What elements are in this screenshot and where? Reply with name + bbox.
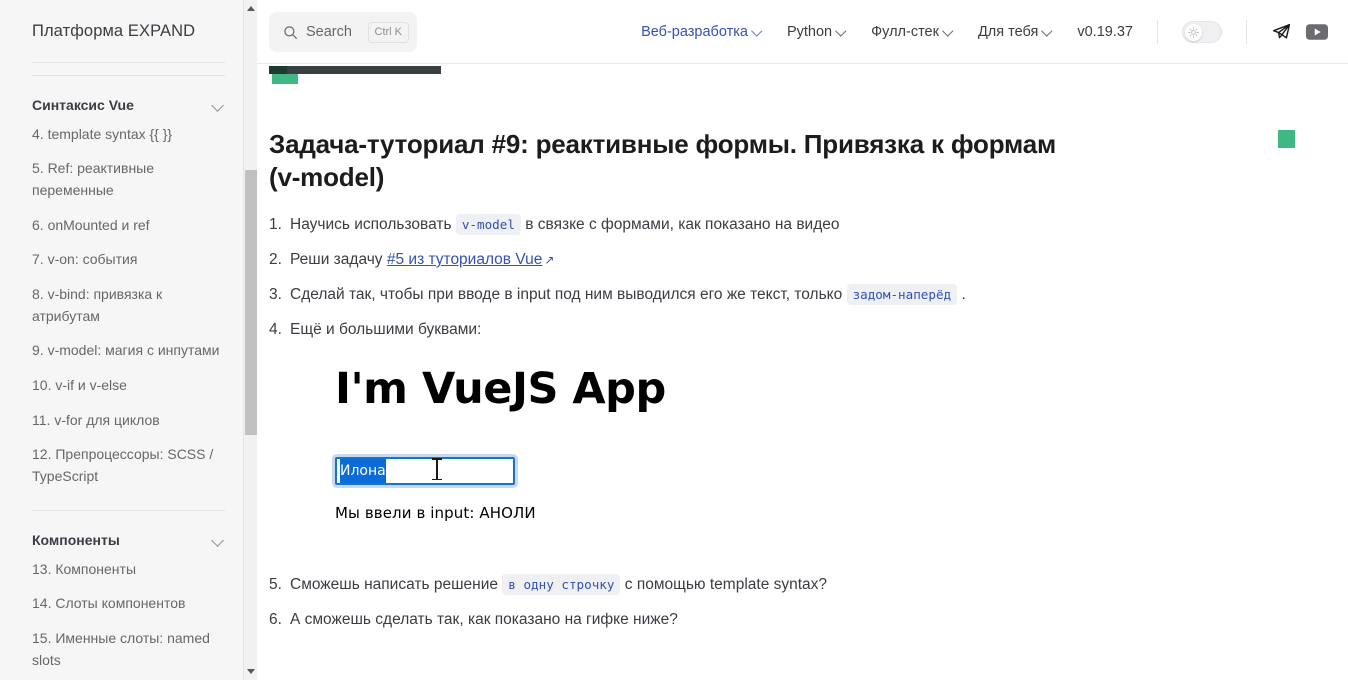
task-item-4: Ещё и большими буквами: I'm VueJS App Ил… — [269, 318, 1079, 525]
demo-heading: I'm VueJS App — [335, 364, 666, 415]
task-text: Ещё и большими буквами: — [290, 321, 482, 339]
nav-separator-2 — [1246, 20, 1247, 44]
telegram-icon[interactable] — [1271, 22, 1292, 42]
menu-item-label: Python — [786, 24, 833, 40]
sidebar-item-15[interactable]: 15. Именные слоты: named slots — [32, 622, 225, 678]
youtube-icon[interactable] — [1306, 24, 1328, 40]
embedded-vue-demo: I'm VueJS App Илона Мы ввели в input: АН… — [335, 368, 1079, 525]
link-vue-tutorial-5[interactable]: #5 из туториалов Vue — [387, 251, 542, 268]
chevron-down-icon — [1043, 27, 1053, 37]
nav-separator — [1157, 20, 1158, 44]
task-item-1: Научись использовать v-model в связке с … — [269, 213, 1079, 237]
clipped-media-block — [269, 66, 1219, 84]
demo-text-input[interactable]: Илона — [335, 457, 515, 486]
sidebar-divider-mid — [32, 510, 225, 512]
main-area: Search Ctrl K Веб-разработка Python Фулл… — [257, 0, 1348, 680]
task-text: Сделай так, чтобы при вводе в input под … — [290, 286, 847, 304]
search-shortcut-badge: Ctrl K — [367, 21, 409, 43]
sidebar-item-10[interactable]: 10. v-if и v-else — [32, 369, 225, 404]
vue-green-marker — [272, 74, 298, 84]
nav-group-header-vue-syntax[interactable]: Синтаксис Vue — [32, 97, 225, 117]
vue-green-marker-right — [1278, 130, 1295, 148]
sidebar-divider-top — [32, 62, 225, 63]
inline-code-v-model: v-model — [455, 214, 521, 235]
nav-group-title-components: Компоненты — [32, 532, 120, 549]
page-title: Задача-туториал #9: реактивные формы. Пр… — [269, 129, 1057, 192]
inline-code-reversed: задом-наперёд — [846, 284, 958, 306]
task-text: в связке с формами, как показано на виде… — [520, 216, 840, 233]
sun-icon — [1185, 23, 1202, 41]
sidebar-item-6[interactable]: 6. onMounted и ref — [32, 208, 225, 243]
sidebar-scrollbar[interactable] — [243, 0, 257, 680]
sidebar: Платформа EXPAND Синтаксис Vue 4. templa… — [0, 0, 257, 680]
nav-group-components: Компоненты 13. Компоненты 14. Слоты комп… — [32, 532, 225, 678]
sidebar-item-7[interactable]: 7. v-on: события — [32, 243, 225, 278]
scrollbar-thumb[interactable] — [245, 170, 257, 435]
sidebar-divider-top2 — [32, 75, 225, 76]
sidebar-item-8[interactable]: 8. v-bind: привязка к атрибутам — [32, 277, 225, 333]
search-icon — [283, 25, 298, 40]
sidebar-item-13[interactable]: 13. Компоненты — [32, 552, 225, 587]
demo-output-text: Мы ввели в input: АНОЛИ — [335, 504, 536, 523]
primary-menu: Веб-разработка Python Фулл-стек Для тебя… — [641, 20, 1328, 44]
task-text: Реши задачу — [290, 251, 387, 269]
task-text: А сможешь сделать так, как показано на г… — [290, 611, 678, 629]
clipped-dark-bar — [269, 66, 441, 74]
brand-title: Платформа EXPAND — [32, 22, 196, 40]
content-scroll-area[interactable]: Задача-туториал #9: реактивные формы. Пр… — [257, 64, 1348, 680]
sidebar-item-4[interactable]: 4. template syntax {{ }} — [32, 117, 225, 152]
menu-item-label: Веб-разработка — [641, 24, 748, 40]
sidebar-item-11[interactable]: 11. v-for для циклов — [32, 403, 225, 438]
inline-code-one-line: в одну строчку — [502, 574, 621, 596]
chevron-down-icon — [211, 98, 225, 112]
sidebar-item-14[interactable]: 14. Слоты компонентов — [32, 587, 225, 622]
document-body: Задача-туториал #9: реактивные формы. Пр… — [269, 128, 1079, 680]
search-placeholder-label: Search — [306, 24, 352, 40]
chevron-down-icon — [753, 27, 763, 37]
menu-item-for-you[interactable]: Для тебя — [978, 24, 1053, 40]
sidebar-item-12[interactable]: 12. Препроцессоры: SCSS / TypeScript — [32, 438, 225, 494]
task-text: с помощью template syntax? — [620, 576, 828, 594]
menu-item-label: Для тебя — [977, 24, 1039, 40]
menu-item-fullstack[interactable]: Фулл-стек — [871, 24, 954, 40]
demo-input-value: Илона — [340, 459, 386, 484]
task-item-3: Сделай так, чтобы при вводе в input под … — [269, 283, 1079, 307]
menu-item-label: Фулл-стек — [871, 24, 939, 40]
scroll-down-arrow-icon[interactable] — [244, 663, 257, 680]
app-root: Платформа EXPAND Синтаксис Vue 4. templa… — [0, 0, 1348, 680]
task-item-6: А сможешь сделать так, как показано на г… — [269, 608, 1079, 680]
top-navigation-bar: Search Ctrl K Веб-разработка Python Фулл… — [257, 0, 1348, 64]
theme-toggle[interactable] — [1182, 21, 1222, 43]
chevron-down-icon — [837, 27, 847, 37]
external-link-arrow-icon: ↗ — [544, 253, 555, 268]
sidebar-content: Платформа EXPAND Синтаксис Vue 4. templa… — [0, 0, 257, 678]
menu-item-python[interactable]: Python — [787, 24, 847, 40]
task-text: . — [957, 286, 966, 304]
sidebar-item-5[interactable]: 5. Ref: реактивные переменные — [32, 152, 225, 208]
sidebar-item-9[interactable]: 9. v-model: магия с инпутами — [32, 334, 225, 369]
chevron-down-icon — [211, 533, 225, 547]
scroll-up-arrow-icon[interactable] — [244, 0, 257, 17]
menu-item-web-development[interactable]: Веб-разработка — [641, 24, 763, 40]
task-item-5: Сможешь написать решение в одну строчку … — [269, 573, 1079, 597]
task-text: Научись использовать — [290, 216, 456, 233]
demo-input-wrapper: Илона — [335, 457, 515, 486]
version-label: v0.19.37 — [1077, 24, 1133, 40]
task-item-2: Реши задачу #5 из туториалов Vue ↗ — [269, 248, 1079, 272]
search-input[interactable]: Search Ctrl K — [269, 12, 417, 52]
chevron-down-icon — [944, 27, 954, 37]
nav-group-title: Синтаксис Vue — [32, 97, 134, 113]
nav-group-vue-syntax: Синтаксис Vue 4. template syntax {{ }} 5… — [32, 97, 225, 494]
task-list: Научись использовать v-model в связке с … — [269, 213, 1079, 680]
task-text: Сможешь написать решение — [290, 576, 503, 594]
social-links — [1271, 22, 1328, 42]
nav-group-header-components[interactable]: Компоненты — [32, 532, 225, 552]
